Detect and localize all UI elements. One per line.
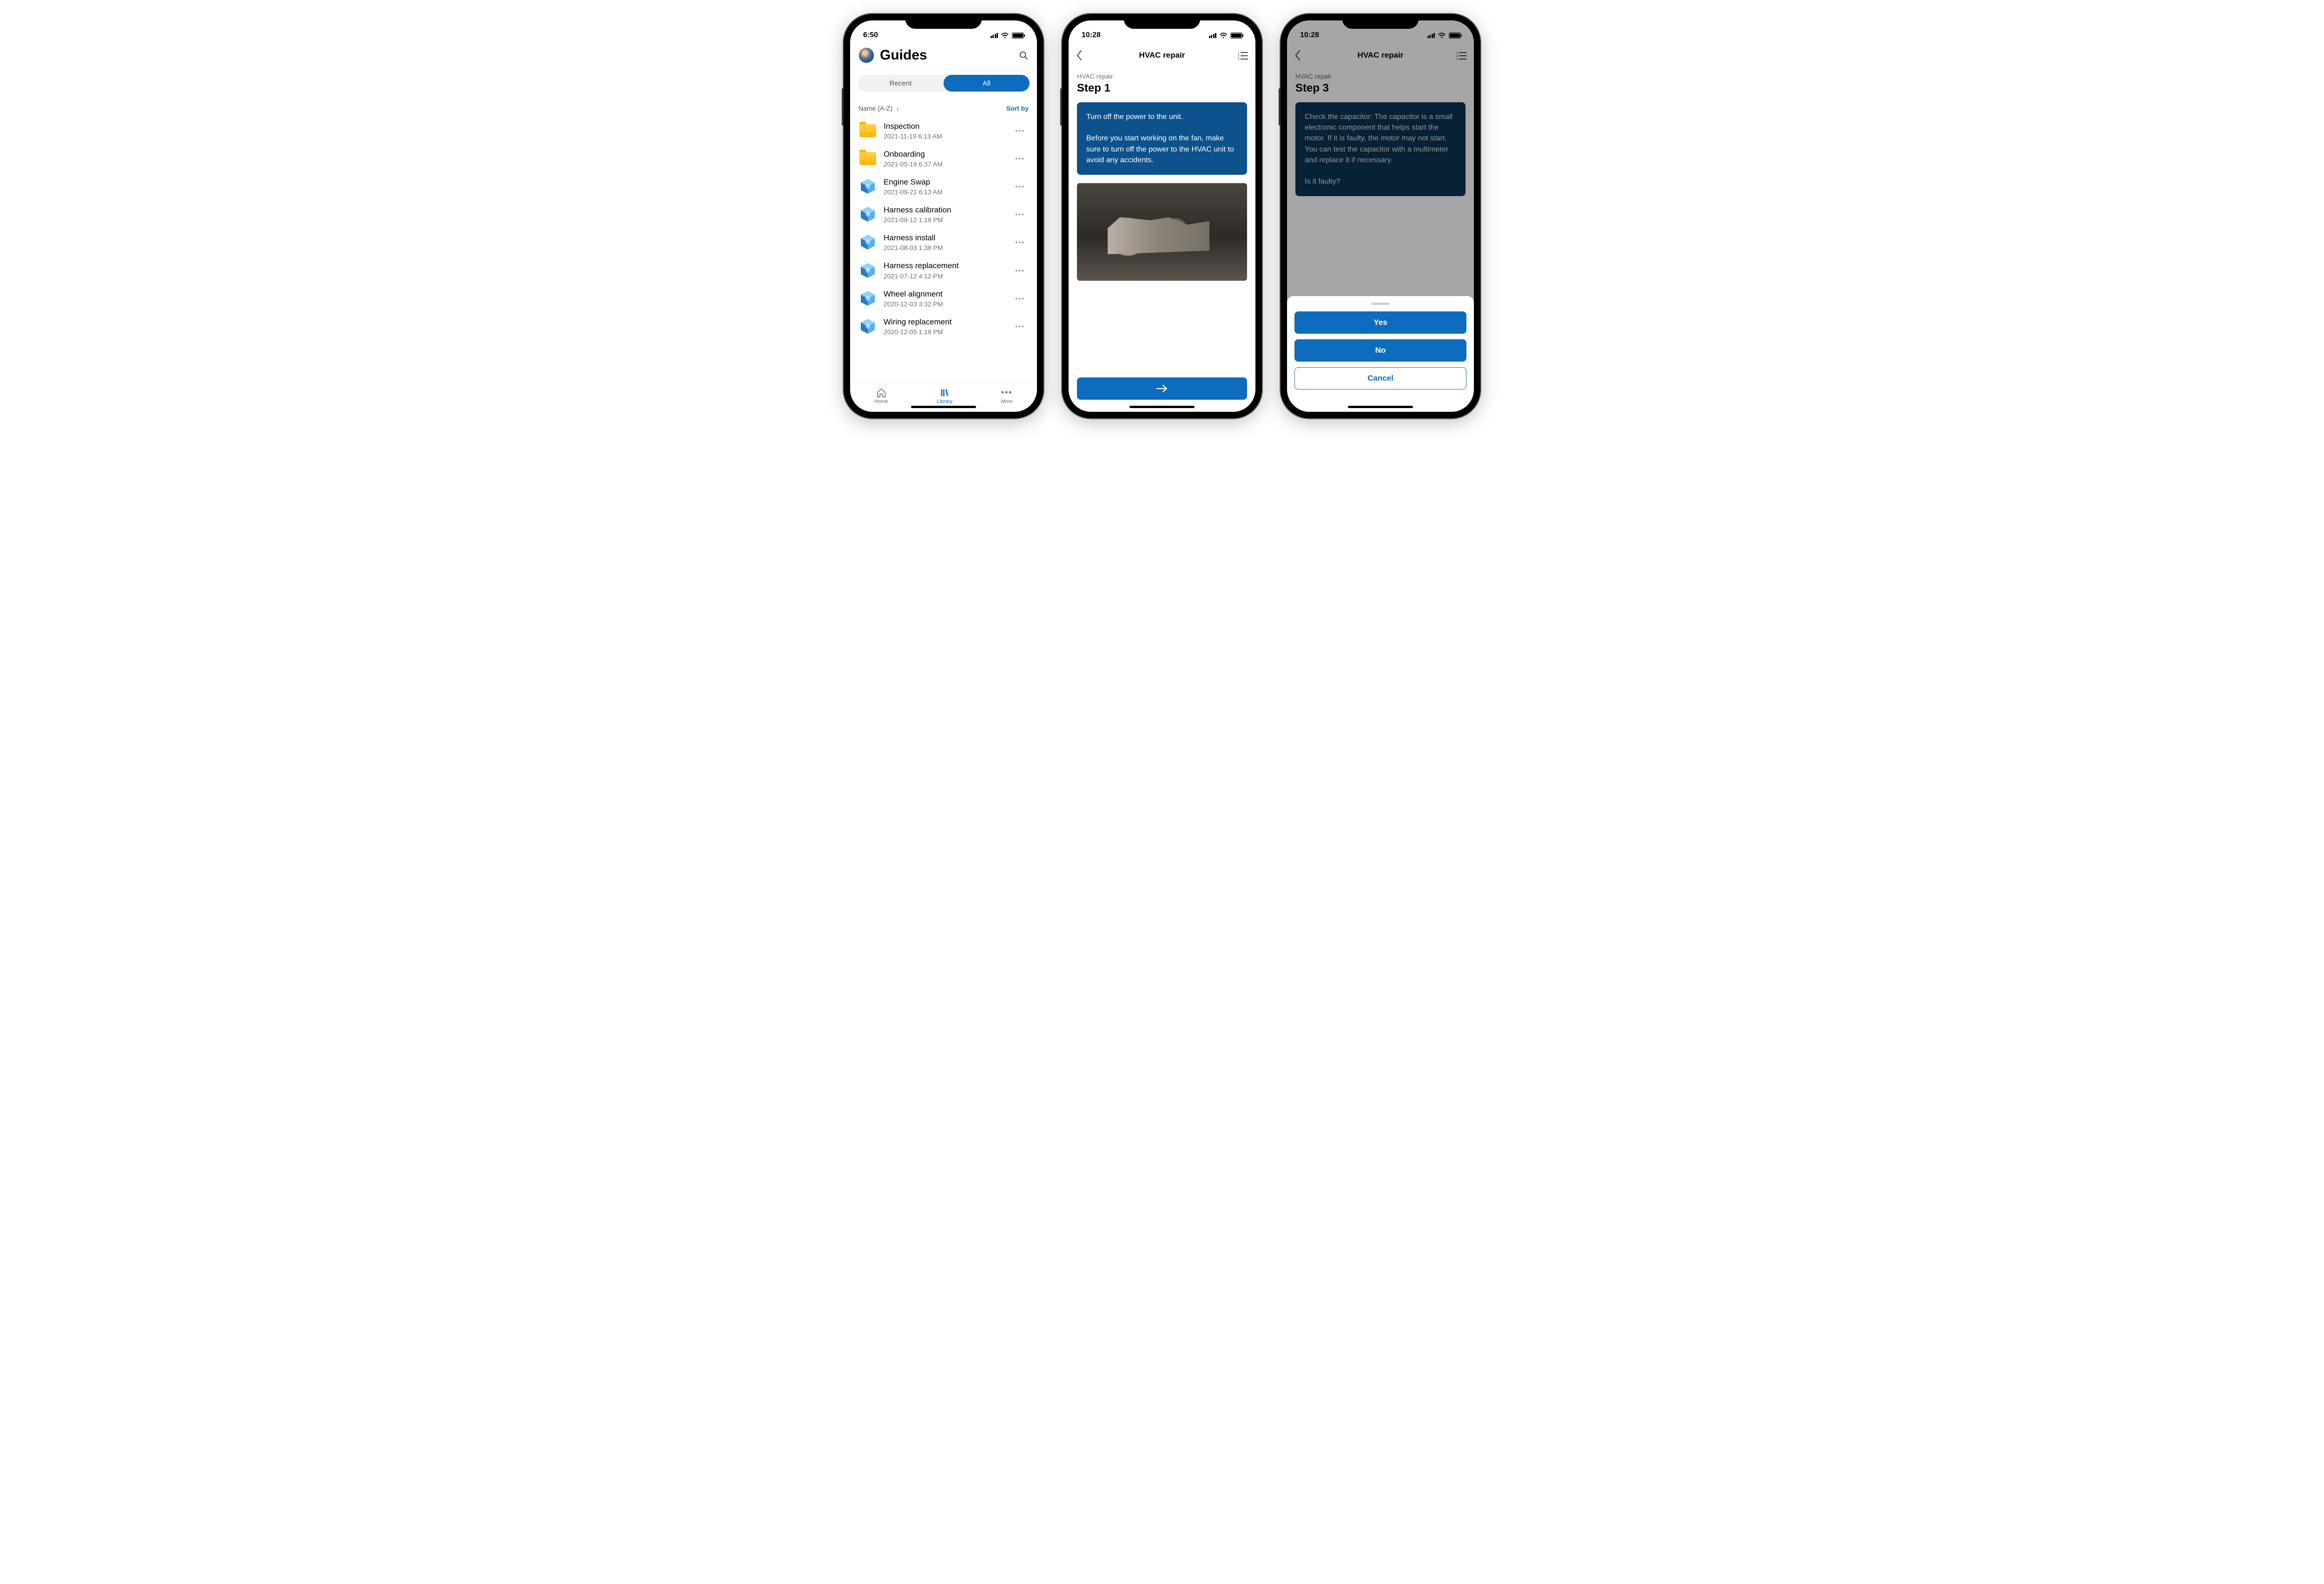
item-title: Wheel alignment <box>884 289 1005 299</box>
more-button[interactable]: ••• <box>1011 319 1029 334</box>
list-item[interactable]: Harness replacement2021-07-12 4:12 PM ••• <box>850 256 1037 284</box>
item-subtitle: 2020-12-03 3:32 PM <box>884 300 1005 308</box>
item-title: Inspection <box>884 121 1005 132</box>
item-subtitle: 2021-11-19 6:13 AM <box>884 132 1005 140</box>
steps-list-icon[interactable]: 1 2 3 <box>1238 51 1248 60</box>
phone-question: 10:28 HVAC repair 1 2 3 HVAC repair Step… <box>1281 14 1480 418</box>
folder-icon <box>858 121 877 140</box>
sheet-grabber[interactable] <box>1371 303 1390 305</box>
item-subtitle: 2021-05-19 6:37 AM <box>884 160 1005 168</box>
more-icon: ••• <box>1002 388 1012 398</box>
list-item[interactable]: Harness calibration2021-08-12 1:18 PM ••• <box>850 200 1037 228</box>
battery-icon <box>1230 33 1242 39</box>
more-button[interactable]: ••• <box>1011 235 1029 250</box>
nav-title: HVAC repair <box>1069 51 1255 60</box>
wifi-icon <box>1001 33 1009 39</box>
nav-bar: HVAC repair 1 2 3 <box>1069 44 1255 67</box>
guide-icon <box>858 177 877 196</box>
more-button[interactable]: ••• <box>1011 151 1029 166</box>
avatar[interactable] <box>858 47 874 63</box>
more-button[interactable]: ••• <box>1011 123 1029 138</box>
breadcrumb: HVAC repair <box>1077 73 1247 80</box>
guide-icon <box>858 317 877 336</box>
list-item[interactable]: Engine Swap2021-09-21 6:13 AM ••• <box>850 172 1037 200</box>
tab-library[interactable]: Library <box>937 388 952 404</box>
more-button[interactable]: ••• <box>1011 207 1029 222</box>
item-title: Harness calibration <box>884 205 1005 215</box>
list-item[interactable]: Wiring replacement2020-12-05 1:18 PM ••• <box>850 312 1037 340</box>
tab-more[interactable]: ••• More <box>1001 388 1013 404</box>
guides-list[interactable]: Inspection2021-11-19 6:13 AM•••Onboardin… <box>850 117 1037 382</box>
item-title: Harness install <box>884 233 1005 243</box>
wifi-icon <box>1219 33 1228 39</box>
list-item[interactable]: Onboarding2021-05-19 6:37 AM ••• <box>850 145 1037 172</box>
guide-icon <box>858 289 877 308</box>
cellular-icon <box>990 33 998 38</box>
folder-icon <box>858 149 877 168</box>
segmented-control: Recent All <box>858 75 1030 92</box>
more-button[interactable]: ••• <box>1011 263 1029 278</box>
item-subtitle: 2021-09-21 6:13 AM <box>884 188 1005 196</box>
item-subtitle: 2020-12-05 1:18 PM <box>884 328 1005 336</box>
page-title: Guides <box>880 47 1013 63</box>
item-title: Harness replacement <box>884 261 1005 271</box>
sort-by-button[interactable]: Sort by <box>1006 105 1029 112</box>
item-title: Onboarding <box>884 149 1005 159</box>
sort-label[interactable]: Name (A-Z) ↓ <box>858 105 899 112</box>
svg-text:3: 3 <box>1238 58 1240 60</box>
item-subtitle: 2021-08-03 1:38 PM <box>884 244 1005 251</box>
list-item[interactable]: Harness install2021-08-03 1:38 PM ••• <box>850 228 1037 256</box>
more-button[interactable]: ••• <box>1011 179 1029 194</box>
cellular-icon <box>1209 33 1217 38</box>
more-button[interactable]: ••• <box>1011 291 1029 306</box>
item-subtitle: 2021-07-12 4:12 PM <box>884 272 1005 280</box>
yes-button[interactable]: Yes <box>1294 311 1466 334</box>
item-title: Wiring replacement <box>884 317 1005 327</box>
back-button[interactable] <box>1076 50 1083 61</box>
home-icon <box>876 388 886 398</box>
battery-icon <box>1012 33 1024 39</box>
tab-all[interactable]: All <box>944 75 1030 92</box>
item-subtitle: 2021-08-12 1:18 PM <box>884 216 1005 224</box>
guide-icon <box>858 205 877 224</box>
guide-icon <box>858 261 877 280</box>
guide-icon <box>858 233 877 251</box>
list-item[interactable]: Inspection2021-11-19 6:13 AM ••• <box>850 117 1037 145</box>
status-time: 6:50 <box>863 31 878 40</box>
search-icon[interactable] <box>1018 50 1029 60</box>
svg-text:2: 2 <box>1238 55 1240 58</box>
svg-text:1: 1 <box>1238 52 1240 55</box>
list-item[interactable]: Wheel alignment2020-12-03 3:32 PM ••• <box>850 284 1037 312</box>
tab-home[interactable]: Home <box>874 388 888 404</box>
step-media[interactable] <box>1077 183 1247 281</box>
cancel-button[interactable]: Cancel <box>1294 367 1466 389</box>
item-title: Engine Swap <box>884 177 1005 187</box>
phone-step: 10:28 HVAC repair 1 2 3 HVAC repair Step… <box>1062 14 1262 418</box>
phone-library: 6:50 Guides Recent All Name (A-Z) ↓ Sort… <box>844 14 1043 418</box>
page-header: Guides <box>850 44 1037 70</box>
library-icon <box>939 388 950 398</box>
tab-recent[interactable]: Recent <box>858 75 944 92</box>
next-button[interactable] <box>1077 377 1247 400</box>
step-heading: Step 1 <box>1077 82 1247 95</box>
action-sheet: Yes No Cancel <box>1287 296 1474 412</box>
no-button[interactable]: No <box>1294 339 1466 362</box>
instruction-card: Turn off the power to the unit. Before y… <box>1077 102 1247 175</box>
arrow-right-icon <box>1156 384 1168 393</box>
status-time: 10:28 <box>1082 31 1101 40</box>
